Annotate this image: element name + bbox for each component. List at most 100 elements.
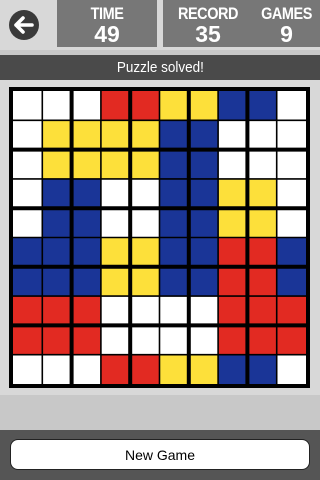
board-cell[interactable] <box>130 325 160 355</box>
board-cell[interactable] <box>188 354 219 384</box>
board-cell[interactable] <box>100 208 131 238</box>
board-cell[interactable] <box>188 178 219 209</box>
board-cell[interactable] <box>42 91 72 121</box>
board-cell[interactable] <box>130 91 160 121</box>
back-button[interactable] <box>9 10 39 40</box>
board-cell[interactable] <box>247 208 277 238</box>
board-cell[interactable] <box>13 120 43 150</box>
board-cell[interactable] <box>276 354 306 384</box>
board-cell[interactable] <box>276 120 306 150</box>
board-cell[interactable] <box>130 237 160 267</box>
board-cell[interactable] <box>159 178 189 209</box>
board-cell[interactable] <box>71 149 101 179</box>
board-cell[interactable] <box>159 91 189 121</box>
board-cell[interactable] <box>42 149 72 179</box>
board-cell[interactable] <box>13 178 43 209</box>
board-cell[interactable] <box>188 208 219 238</box>
board-cell[interactable] <box>218 266 248 297</box>
board-cell[interactable] <box>13 354 43 384</box>
board-cell[interactable] <box>42 178 72 209</box>
board-cell[interactable] <box>100 237 131 267</box>
board-cell[interactable] <box>247 178 277 209</box>
board-cell[interactable] <box>13 296 43 326</box>
board-cell[interactable] <box>13 266 43 297</box>
board-cell[interactable] <box>71 208 101 238</box>
board-cell[interactable] <box>188 149 219 179</box>
board-cell[interactable] <box>276 178 306 209</box>
board-cell[interactable] <box>247 354 277 384</box>
board-cell[interactable] <box>130 120 160 150</box>
board-cell[interactable] <box>247 266 277 297</box>
board-cell[interactable] <box>130 296 160 326</box>
board-cell[interactable] <box>42 120 72 150</box>
board-cell[interactable] <box>276 325 306 355</box>
board-cell[interactable] <box>159 296 189 326</box>
board-cell[interactable] <box>100 266 131 297</box>
board-cell[interactable] <box>42 208 72 238</box>
board-cell[interactable] <box>13 325 43 355</box>
board-cell[interactable] <box>130 266 160 297</box>
board-cell[interactable] <box>71 266 101 297</box>
board-cell[interactable] <box>247 91 277 121</box>
board-cell[interactable] <box>100 149 131 179</box>
board-cell[interactable] <box>276 266 306 297</box>
board-cell[interactable] <box>71 237 101 267</box>
board-cell[interactable] <box>13 149 43 179</box>
board-cell[interactable] <box>276 149 306 179</box>
board-cell[interactable] <box>71 354 101 384</box>
board-cell[interactable] <box>276 237 306 267</box>
board-cell[interactable] <box>42 266 72 297</box>
board-cell[interactable] <box>188 237 219 267</box>
board-cell[interactable] <box>188 325 219 355</box>
board-cell[interactable] <box>159 354 189 384</box>
board-cell[interactable] <box>71 120 101 150</box>
board-cell[interactable] <box>42 237 72 267</box>
board-cell[interactable] <box>13 91 43 121</box>
board-cell[interactable] <box>100 354 131 384</box>
board-cell[interactable] <box>130 208 160 238</box>
board-cell[interactable] <box>13 208 43 238</box>
board-cell[interactable] <box>218 237 248 267</box>
board-cell[interactable] <box>218 91 248 121</box>
board-cell[interactable] <box>247 120 277 150</box>
board-cell[interactable] <box>13 237 43 267</box>
board-cell[interactable] <box>42 296 72 326</box>
board-cell[interactable] <box>100 296 131 326</box>
board-cell[interactable] <box>42 354 72 384</box>
board-cell[interactable] <box>159 120 189 150</box>
board-cell[interactable] <box>276 296 306 326</box>
board-cell[interactable] <box>188 296 219 326</box>
board-cell[interactable] <box>276 208 306 238</box>
board-cell[interactable] <box>218 120 248 150</box>
board-cell[interactable] <box>130 354 160 384</box>
board-cell[interactable] <box>247 237 277 267</box>
board-cell[interactable] <box>71 296 101 326</box>
board-cell[interactable] <box>100 91 131 121</box>
board-cell[interactable] <box>130 149 160 179</box>
board-cell[interactable] <box>188 266 219 297</box>
board-cell[interactable] <box>100 120 131 150</box>
board-cell[interactable] <box>276 91 306 121</box>
board-cell[interactable] <box>100 325 131 355</box>
new-game-button[interactable]: New Game <box>10 439 310 470</box>
board-cell[interactable] <box>247 325 277 355</box>
board-cell[interactable] <box>71 91 101 121</box>
board-cell[interactable] <box>100 178 131 209</box>
board-cell[interactable] <box>42 325 72 355</box>
board-cell[interactable] <box>218 296 248 326</box>
board-cell[interactable] <box>159 149 189 179</box>
board-cell[interactable] <box>218 208 248 238</box>
board-cell[interactable] <box>159 208 189 238</box>
board-cell[interactable] <box>159 266 189 297</box>
board-cell[interactable] <box>247 296 277 326</box>
board-cell[interactable] <box>188 91 219 121</box>
board-cell[interactable] <box>247 149 277 179</box>
board-cell[interactable] <box>159 325 189 355</box>
board-cell[interactable] <box>218 178 248 209</box>
board-cell[interactable] <box>218 325 248 355</box>
board-cell[interactable] <box>71 325 101 355</box>
puzzle-board[interactable] <box>9 87 310 388</box>
board-cell[interactable] <box>218 149 248 179</box>
board-cell[interactable] <box>188 120 219 150</box>
board-cell[interactable] <box>159 237 189 267</box>
